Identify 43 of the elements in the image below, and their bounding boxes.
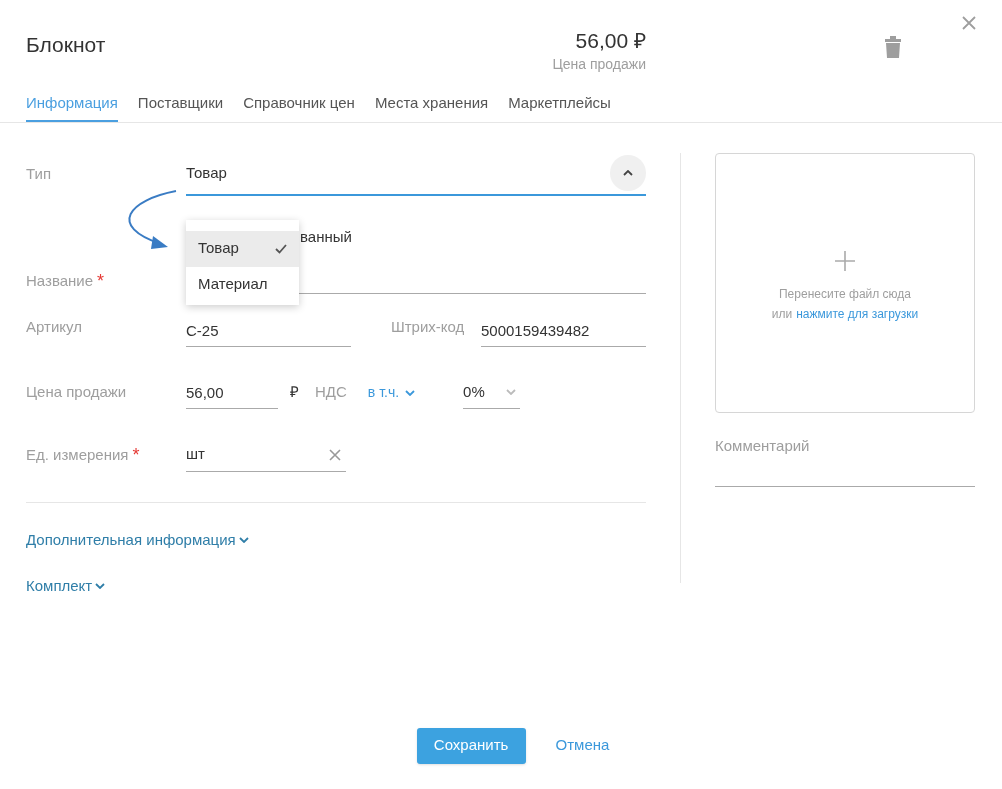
chevron-icon [623, 170, 633, 176]
clear-icon [329, 448, 341, 461]
menu-item[interactable]: Материал [186, 266, 299, 303]
plus-icon [835, 250, 855, 271]
comment-label: Комментарий [715, 436, 810, 454]
required-mark: * [97, 271, 105, 290]
close-icon [962, 16, 976, 30]
tab[interactable]: Маркетплейсы [508, 92, 611, 122]
vat-rate-select[interactable]: 0% [463, 376, 521, 409]
field-label: Цена продажи [26, 382, 127, 403]
menu-item[interactable]: Товар [186, 230, 299, 267]
unit-input[interactable]: шт [186, 438, 346, 472]
chevron-icon [506, 389, 517, 395]
close-button[interactable] [962, 16, 976, 30]
check-icon [275, 243, 287, 254]
field-label: Артикул [26, 316, 82, 337]
vat-label: НДС [315, 382, 347, 403]
trash-icon [884, 36, 902, 58]
chevron-icon [95, 583, 106, 590]
currency-sign: ₽ [290, 382, 299, 403]
delete-button[interactable] [884, 36, 902, 58]
upload-hint: или [771, 305, 793, 323]
type-select[interactable]: Товар [186, 152, 646, 196]
field-label: Тип [26, 163, 51, 184]
section-toggle[interactable]: Дополнительная информация [26, 528, 249, 551]
checkbox-label: ванный [300, 227, 352, 245]
item-title: Блокнот [26, 32, 107, 58]
barcode-input[interactable]: 5000159439482 [481, 313, 646, 347]
tab[interactable]: Места хранения [374, 92, 489, 122]
section-toggle[interactable]: Комплект [26, 575, 106, 598]
chevron-icon [405, 389, 416, 396]
field-label: Штрих-код [391, 317, 465, 335]
price-value: 56,00 ₽ [575, 28, 646, 54]
price-input[interactable]: 56,00 [186, 376, 278, 409]
price-caption: Цена продажи [552, 55, 646, 74]
chevron-icon [238, 536, 249, 543]
tab[interactable]: Поставщики [137, 92, 224, 122]
field-label: Название [26, 270, 94, 291]
sku-input[interactable]: С-25 [186, 313, 351, 347]
tab[interactable]: Справочник цен [243, 92, 355, 122]
upload-hint: Перенесите файл сюда [779, 285, 911, 303]
field-label: Ед. измерения [26, 444, 129, 465]
required-mark: * [132, 446, 140, 464]
